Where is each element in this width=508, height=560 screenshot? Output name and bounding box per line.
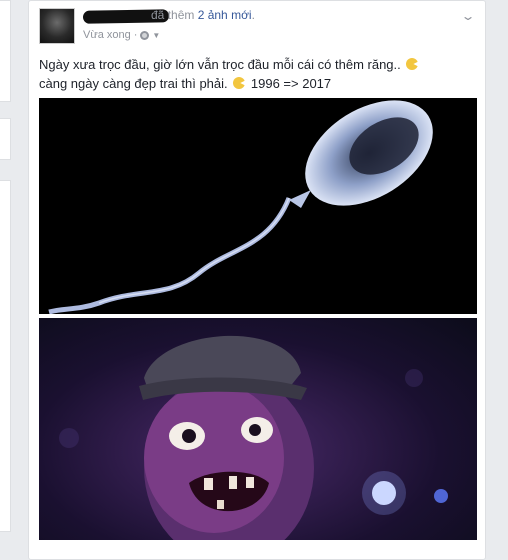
feed-post: đã thêm 2 ảnh mới. Vừa xong · ▼ ⌄ Ngày x…	[28, 0, 486, 560]
photos-link[interactable]: 2 ảnh mới	[198, 8, 252, 22]
post-text-line: Ngày xưa trọc đầu, giờ lớn vẫn trọc đầu …	[39, 57, 401, 72]
action-prefix: đã thêm	[151, 8, 195, 22]
globe-icon[interactable]	[140, 30, 150, 40]
left-card	[0, 118, 11, 160]
left-column	[0, 0, 12, 539]
timestamp-link[interactable]: Vừa xong	[83, 29, 131, 41]
photo-grinning-man[interactable]	[39, 318, 477, 540]
pacman-emoticon-icon	[233, 77, 246, 89]
photo-sperm-cell[interactable]	[39, 98, 477, 314]
left-card	[0, 0, 11, 102]
pacman-emoticon-icon	[406, 58, 419, 70]
avatar[interactable]	[39, 8, 75, 44]
meta-separator: ·	[133, 29, 138, 41]
left-card	[0, 180, 11, 532]
chevron-down-icon[interactable]: ⌄	[460, 9, 475, 23]
post-text-years: 1996 => 2017	[250, 76, 332, 91]
action-suffix: .	[251, 8, 255, 22]
right-gutter	[488, 0, 508, 539]
post-meta: Vừa xong · ▼	[83, 29, 160, 41]
grinning-man-image	[59, 335, 448, 540]
sperm-cell-image	[48, 100, 433, 314]
caret-down-icon[interactable]: ▼	[152, 31, 160, 40]
post-text-line: càng ngày càng đẹp trai thì phải.	[39, 76, 228, 91]
post-text: Ngày xưa trọc đầu, giờ lớn vẫn trọc đầu …	[39, 55, 479, 93]
post-action: đã thêm 2 ảnh mới.	[151, 8, 255, 22]
